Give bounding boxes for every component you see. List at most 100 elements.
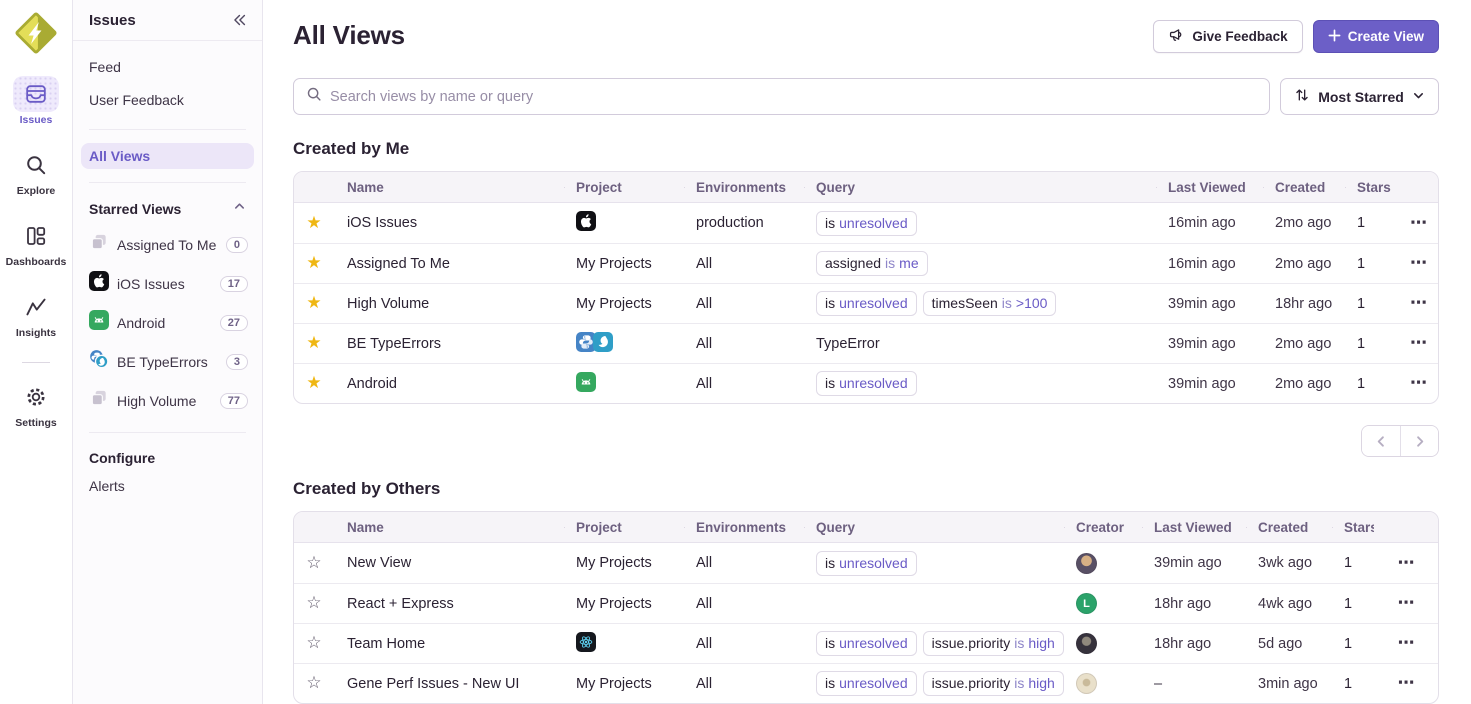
stacked-projects-icon [89,232,109,257]
chevron-up-icon[interactable] [233,200,246,218]
project-platform-icons [576,211,596,231]
table-row: ☆Gene Perf Issues - New UIMy ProjectsAll… [294,663,1438,703]
row-actions-menu-button[interactable]: ⋯ [1406,213,1431,234]
star-outline-icon[interactable]: ☆ [304,593,323,614]
dashboards-icon [13,218,59,254]
view-name-link[interactable]: Team Home [347,636,425,652]
sidebar-item-alerts[interactable]: Alerts [73,470,262,503]
star-cell: ☆ [294,553,334,574]
menu-cell: ⋯ [1374,553,1438,574]
rail-item-settings[interactable]: Settings [13,379,59,429]
rail-item-explore[interactable]: Explore [13,147,59,197]
menu-cell: ⋯ [1399,213,1438,234]
column-header-query: Query [804,180,1156,195]
view-name-link[interactable]: React + Express [347,596,454,612]
menu-cell: ⋯ [1399,333,1438,354]
star-outline-icon[interactable]: ☆ [304,633,323,654]
column-header-environments: Environments [684,520,804,535]
query-token: >100 [1016,294,1048,313]
starred-view-label: BE TypeErrors [117,354,218,370]
query-token: is [825,554,835,573]
last-viewed-value: 39min ago [1168,336,1236,352]
create-view-button[interactable]: Create View [1313,20,1439,53]
star-outline-icon[interactable]: ☆ [304,673,323,694]
project-platform-icons [576,632,596,652]
column-header-project: Project [564,180,684,195]
row-actions-menu-button[interactable]: ⋯ [1406,293,1431,314]
query-cell: isunresolvedissue.priorityishigh [804,631,1064,656]
name-cell: New View [334,555,564,571]
table-row: ☆New ViewMy ProjectsAllisunresolved39min… [294,543,1438,583]
star-filled-icon[interactable]: ★ [304,293,323,314]
issue-count-badge: 17 [220,276,248,292]
previous-page-button[interactable] [1362,426,1400,456]
view-name-link[interactable]: Gene Perf Issues - New UI [347,676,519,692]
star-filled-icon[interactable]: ★ [304,253,323,274]
view-name-link[interactable]: BE TypeErrors [347,336,441,352]
column-header-query: Query [804,520,1064,535]
view-name-link[interactable]: High Volume [347,296,429,312]
star-filled-icon[interactable]: ★ [304,333,323,354]
query-token: timesSeen [932,294,998,313]
rail-item-issues[interactable]: Issues [13,76,59,126]
sidebar-title: Issues [89,12,136,29]
collapse-sidebar-icon[interactable] [230,11,248,29]
row-actions-menu-button[interactable]: ⋯ [1394,673,1419,694]
search-input[interactable] [330,89,1257,105]
sidebar-starred-view-item[interactable]: Assigned To Me0 [73,225,262,264]
sort-dropdown[interactable]: Most Starred [1280,78,1439,115]
sidebar-item-user-feedback[interactable]: User Feedback [73,84,262,117]
row-actions-menu-button[interactable]: ⋯ [1406,333,1431,354]
rail-item-insights[interactable]: Insights [13,289,59,339]
rail-label: Insights [16,327,56,339]
sidebar-starred-view-item[interactable]: iOS Issues17 [73,264,262,303]
row-actions-menu-button[interactable]: ⋯ [1394,633,1419,654]
row-actions-menu-button[interactable]: ⋯ [1394,553,1419,574]
stars-count-cell: 1 [1345,256,1399,272]
project-platform-icons [576,372,596,392]
table-row: ★Assigned To MeMy ProjectsAllassignedism… [294,243,1438,283]
created-cell: 3wk ago [1246,555,1332,571]
python-projects-icon [89,349,109,374]
sentry-logo[interactable] [15,12,57,54]
table-header-row: Name Project Environments Query Last Vie… [294,172,1438,203]
row-actions-menu-button[interactable]: ⋯ [1406,373,1431,394]
issues-sidebar: Issues Feed User Feedback All Views Star… [73,0,263,704]
star-outline-icon[interactable]: ☆ [304,553,323,574]
view-name-link[interactable]: New View [347,555,411,571]
next-page-button[interactable] [1400,426,1438,456]
sidebar-starred-view-item[interactable]: Android27 [73,303,262,342]
apple-project-icon [89,271,109,296]
star-filled-icon[interactable]: ★ [304,213,323,234]
star-cell: ★ [294,333,334,354]
view-name-link[interactable]: Android [347,376,397,392]
last-viewed-value: 39min ago [1168,296,1236,312]
give-feedback-button[interactable]: Give Feedback [1153,20,1302,53]
table-row: ☆Team HomeAllisunresolvedissue.priorityi… [294,623,1438,663]
divider [89,129,246,130]
column-header-last-viewed: Last Viewed [1156,180,1263,195]
project-label: My Projects [576,256,652,272]
sidebar-starred-view-item[interactable]: BE TypeErrors3 [73,342,262,381]
last-viewed-value: 39min ago [1154,555,1222,571]
query-token: unresolved [839,294,908,313]
rail-item-dashboards[interactable]: Dashboards [6,218,67,268]
sidebar-starred-view-item[interactable]: High Volume77 [73,381,262,420]
created-value: 2mo ago [1275,376,1331,392]
created-cell: 18hr ago [1263,296,1345,312]
row-actions-menu-button[interactable]: ⋯ [1406,253,1431,274]
sidebar-item-all-views[interactable]: All Views [81,143,254,169]
view-name-link[interactable]: Assigned To Me [347,256,450,272]
stars-count-value: 1 [1357,256,1365,272]
environment-label: production [696,215,764,231]
starred-view-label: Android [117,315,212,331]
project-platform-icons [576,332,613,352]
last-viewed-cell: 18hr ago [1142,596,1246,612]
row-actions-menu-button[interactable]: ⋯ [1394,593,1419,614]
give-feedback-label: Give Feedback [1192,29,1287,44]
creator-cell: L [1064,593,1142,614]
star-filled-icon[interactable]: ★ [304,373,323,394]
view-name-link[interactable]: iOS Issues [347,215,417,231]
sidebar-item-feed[interactable]: Feed [73,51,262,84]
project-cell: My Projects [564,296,684,312]
